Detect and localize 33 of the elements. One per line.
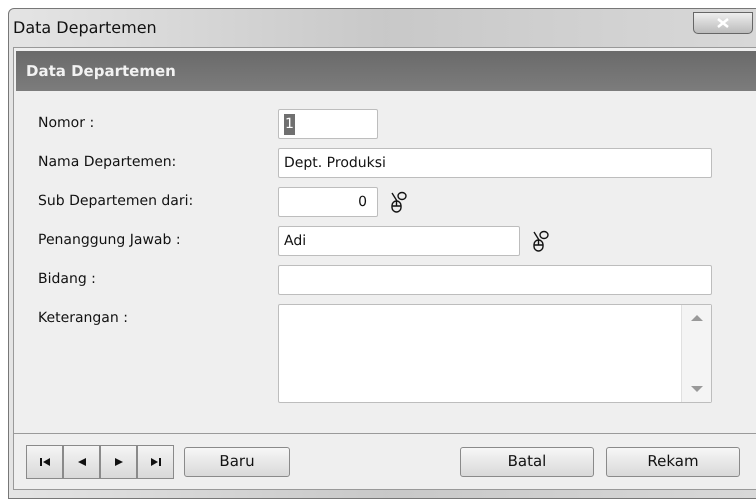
field-label: Bidang : — [38, 270, 97, 289]
navigation-button[interactable] — [137, 444, 174, 478]
action-button[interactable]: Batal — [460, 446, 594, 476]
field-label: Penanggung Jawab : — [38, 231, 182, 250]
mouse-icon[interactable] — [532, 229, 550, 253]
close-icon — [716, 18, 730, 28]
input-field[interactable]: Dept. Produksi — [278, 148, 712, 178]
scroll-down-icon — [690, 386, 702, 392]
input-field[interactable]: Adi — [278, 226, 520, 256]
first-record-icon — [38, 456, 50, 466]
action-button[interactable]: Rekam — [606, 446, 740, 476]
previous-record-icon — [76, 456, 88, 466]
input-field[interactable]: 1 — [278, 109, 378, 139]
field-label: Nama Departemen: — [38, 153, 178, 172]
navigation-button[interactable] — [26, 444, 63, 478]
panel-title: Data Departemen — [26, 60, 176, 82]
field-label: Nomor : — [38, 114, 96, 133]
notes-field[interactable] — [278, 304, 712, 403]
scroll-up-icon — [690, 315, 702, 321]
input-field[interactable]: 0 — [278, 187, 378, 217]
close-button[interactable] — [693, 12, 753, 34]
scrollbar[interactable] — [681, 305, 711, 402]
input-field[interactable] — [278, 265, 712, 295]
next-record-icon — [112, 456, 124, 466]
selected-value: 1 — [284, 114, 295, 134]
field-label: Sub Departemen dari: — [38, 192, 194, 211]
new-button[interactable]: Baru — [184, 446, 290, 476]
mouse-icon[interactable] — [390, 190, 408, 214]
last-record-icon — [150, 456, 162, 466]
navigation-button[interactable] — [63, 444, 100, 478]
field-label: Keterangan : — [38, 309, 129, 328]
window-title: Data Departemen — [13, 17, 157, 39]
navigation-button[interactable] — [100, 444, 137, 478]
